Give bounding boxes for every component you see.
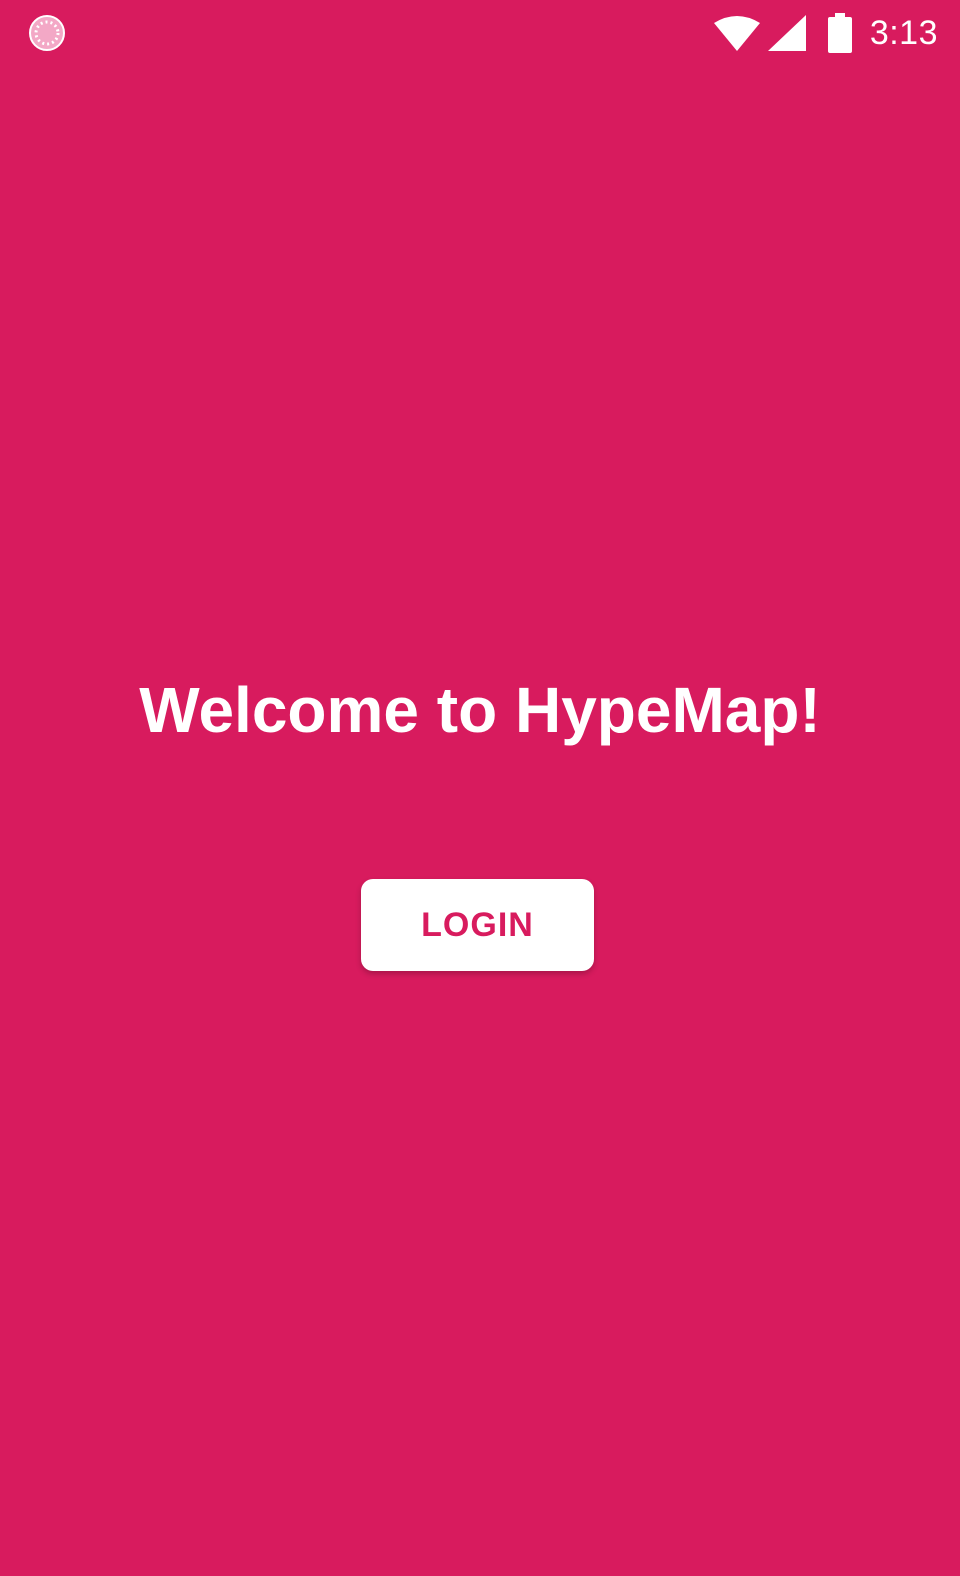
spinner-notification-icon [29, 15, 65, 51]
status-bar-clock: 3:13 [869, 14, 938, 52]
cell-signal-icon [767, 15, 806, 51]
status-icons: 3:13 [713, 8, 938, 58]
wifi-icon [713, 16, 760, 51]
welcome-screen: 3:13 Welcome to HypeMap! LOGIN [0, 0, 960, 1576]
login-button[interactable]: LOGIN [361, 879, 594, 971]
battery-icon [827, 13, 852, 53]
status-bar: 3:13 [0, 0, 960, 66]
welcome-title: Welcome to HypeMap! [139, 674, 821, 746]
